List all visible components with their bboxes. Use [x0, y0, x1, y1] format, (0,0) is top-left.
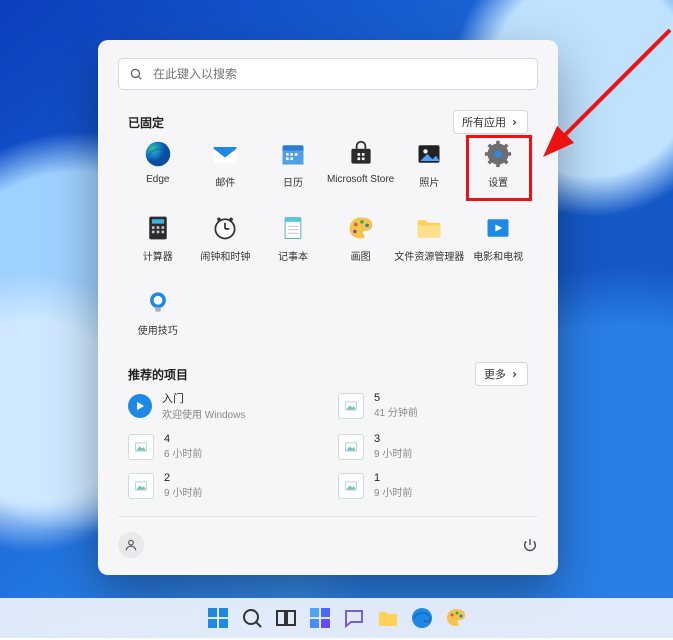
paint-icon [347, 214, 375, 242]
taskbar-start-button[interactable] [206, 606, 230, 630]
search-icon [129, 67, 143, 81]
recommended-item[interactable]: 39 小时前 [338, 433, 528, 460]
app-calendar[interactable]: 日历 [259, 140, 327, 200]
taskbar [0, 598, 673, 638]
recommended-item[interactable]: 入门欢迎使用 Windows [128, 390, 318, 421]
taskbar-search-button[interactable] [240, 606, 264, 630]
app-edge[interactable]: Edge [124, 140, 192, 200]
taskbar-taskview-button[interactable] [274, 606, 298, 630]
app-tips[interactable]: 使用技巧 [124, 288, 192, 348]
user-icon [124, 538, 138, 552]
app-explorer[interactable]: 文件资源管理器 [394, 214, 464, 274]
recommended-list: 入门欢迎使用 Windows 541 分钟前 46 小时前 39 小时前 29 … [128, 390, 528, 499]
chevron-right-icon [510, 370, 519, 379]
image-thumb-icon [338, 393, 364, 419]
chevron-right-icon [510, 118, 519, 127]
calendar-icon [279, 140, 307, 168]
calculator-icon [144, 214, 172, 242]
app-clock[interactable]: 闹钟和时钟 [192, 214, 260, 274]
app-paint[interactable]: 画图 [327, 214, 395, 274]
recommended-item[interactable]: 29 小时前 [128, 472, 318, 499]
taskbar-chat-button[interactable] [342, 606, 366, 630]
more-label: 更多 [484, 366, 506, 382]
app-store[interactable]: Microsoft Store [327, 140, 395, 200]
pinned-grid: Edge 邮件 日历 Microsoft Store 照片 [124, 140, 532, 348]
image-thumb-icon [128, 473, 154, 499]
notepad-icon [279, 214, 307, 242]
movies-icon [484, 214, 512, 242]
more-button[interactable]: 更多 [475, 362, 528, 386]
image-thumb-icon [338, 473, 364, 499]
taskbar-widgets-button[interactable] [308, 606, 332, 630]
search-input[interactable] [151, 66, 527, 82]
app-calculator[interactable]: 计算器 [124, 214, 192, 274]
app-mail[interactable]: 邮件 [192, 140, 260, 200]
recommended-item[interactable]: 19 小时前 [338, 472, 528, 499]
store-icon [347, 140, 375, 168]
power-button[interactable] [522, 537, 538, 553]
image-thumb-icon [128, 434, 154, 460]
app-movies[interactable]: 电影和电视 [464, 214, 532, 274]
start-footer [118, 516, 538, 563]
user-button[interactable] [118, 532, 144, 558]
tips-icon [144, 288, 172, 316]
all-apps-label: 所有应用 [462, 114, 506, 130]
edge-icon [144, 140, 172, 168]
taskbar-edge-button[interactable] [410, 606, 434, 630]
search-box[interactable] [118, 58, 538, 90]
recommended-item[interactable]: 46 小时前 [128, 433, 318, 460]
recommended-item[interactable]: 541 分钟前 [338, 390, 528, 421]
tips-icon [128, 394, 152, 418]
app-settings[interactable]: 设置 [464, 140, 532, 200]
photos-icon [415, 140, 443, 168]
folder-icon [415, 214, 443, 242]
taskbar-explorer-button[interactable] [376, 606, 400, 630]
all-apps-button[interactable]: 所有应用 [453, 110, 528, 134]
recommended-title: 推荐的项目 [128, 366, 188, 383]
image-thumb-icon [338, 434, 364, 460]
app-notepad[interactable]: 记事本 [259, 214, 327, 274]
start-menu: 已固定 所有应用 Edge 邮件 日历 [98, 40, 558, 575]
mail-icon [211, 140, 239, 168]
taskbar-paint-button[interactable] [444, 606, 468, 630]
gear-icon [484, 140, 512, 168]
pinned-title: 已固定 [128, 114, 164, 131]
clock-icon [211, 214, 239, 242]
app-photos[interactable]: 照片 [394, 140, 464, 200]
